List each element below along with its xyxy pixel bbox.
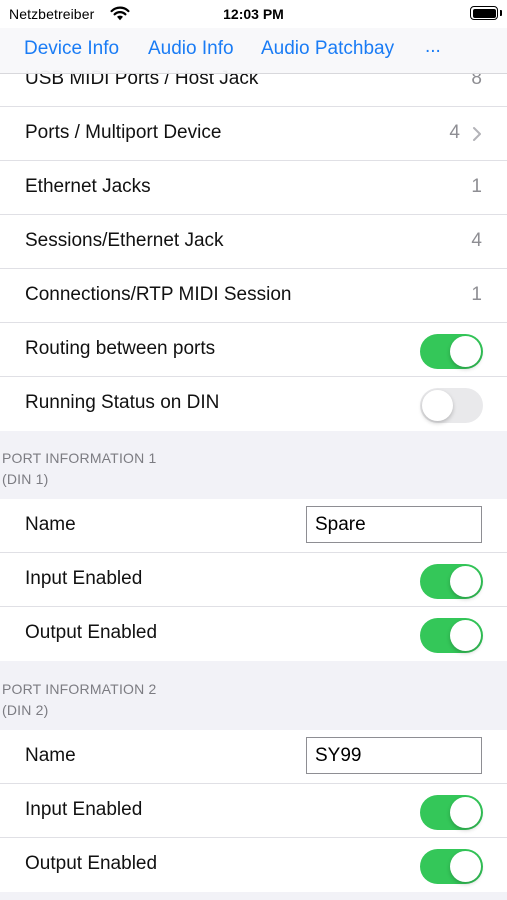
section-title: PORT INFORMATION 1: [2, 450, 157, 466]
settings-list[interactable]: USB MIDI Ports / Host Jack 8 Ports / Mul…: [0, 28, 507, 900]
row-port-2-input: Input Enabled: [0, 784, 507, 838]
row-label: Input Enabled: [25, 799, 143, 820]
section-title: PORT INFORMATION 2: [2, 681, 157, 697]
row-label: Routing between ports: [25, 338, 216, 359]
row-sessions-ethernet: Sessions/Ethernet Jack 4: [0, 215, 507, 269]
section-header-port-1: PORT INFORMATION 1 (DIN 1): [2, 448, 157, 490]
row-value: 1: [471, 284, 482, 305]
row-port-1-input: Input Enabled: [0, 553, 507, 607]
section-subtitle: (DIN 1): [2, 471, 49, 487]
row-value: 1: [471, 176, 482, 197]
status-time: 12:03 PM: [223, 6, 284, 22]
section-subtitle: (DIN 2): [2, 702, 49, 718]
row-port-1-name: Name: [0, 499, 507, 553]
port-2-name-input[interactable]: [306, 737, 482, 774]
row-port-1-output: Output Enabled: [0, 607, 507, 661]
routing-toggle[interactable]: [420, 334, 483, 369]
port-1-input-toggle[interactable]: [420, 564, 483, 599]
chevron-right-icon: [473, 127, 481, 141]
row-ports-multiport[interactable]: Ports / Multiport Device 4: [0, 107, 507, 161]
row-label: Name: [25, 514, 76, 535]
row-label: Output Enabled: [25, 622, 158, 643]
battery-icon: [470, 6, 498, 20]
row-label: Input Enabled: [25, 568, 143, 589]
battery-tip: [500, 10, 502, 16]
row-connections-rtp: Connections/RTP MIDI Session 1: [0, 269, 507, 323]
tab-audio-info[interactable]: Audio Info: [148, 38, 234, 60]
row-label: Ports / Multiport Device: [25, 122, 222, 143]
row-ethernet-jacks: Ethernet Jacks 1: [0, 161, 507, 215]
nav-bar: Device Info Audio Info Audio Patchbay ..…: [0, 28, 507, 74]
row-running-status: Running Status on DIN: [0, 377, 507, 431]
row-routing-between-ports: Routing between ports: [0, 323, 507, 377]
port-2-input-toggle[interactable]: [420, 795, 483, 830]
row-value: 4: [471, 230, 482, 251]
port-2-output-toggle[interactable]: [420, 849, 483, 884]
port-1-output-toggle[interactable]: [420, 618, 483, 653]
row-label: Connections/RTP MIDI Session: [25, 284, 292, 305]
row-port-2-name: Name: [0, 730, 507, 784]
row-value: 4: [449, 122, 460, 143]
tab-device-info[interactable]: Device Info: [24, 38, 119, 60]
status-bar: Netzbetreiber 12:03 PM: [0, 0, 507, 28]
row-label: Running Status on DIN: [25, 392, 220, 413]
row-label: Sessions/Ethernet Jack: [25, 230, 224, 251]
tab-more[interactable]: ...: [425, 36, 441, 58]
row-port-2-output: Output Enabled: [0, 838, 507, 892]
row-label: Output Enabled: [25, 853, 158, 874]
tab-audio-patchbay[interactable]: Audio Patchbay: [261, 38, 394, 60]
port-1-name-input[interactable]: [306, 506, 482, 543]
section-header-port-2: PORT INFORMATION 2 (DIN 2): [2, 679, 157, 721]
row-label: Name: [25, 745, 76, 766]
row-label: Ethernet Jacks: [25, 176, 151, 197]
running-status-toggle[interactable]: [420, 388, 483, 423]
